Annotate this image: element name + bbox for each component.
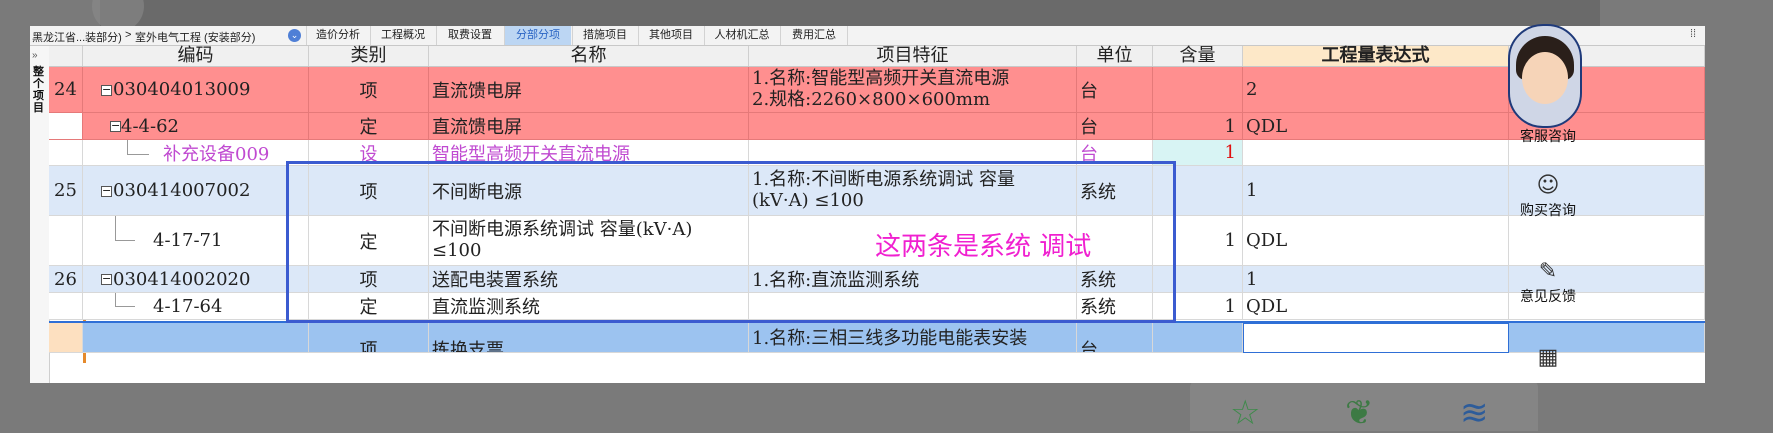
customer-service-label: 客服咨询	[1520, 129, 1576, 145]
tab-cost-analysis[interactable]: 造价分析	[306, 26, 369, 45]
breadcrumb-province[interactable]: 黑龙江省...装部分)	[32, 29, 122, 45]
row-number: 25	[49, 166, 83, 216]
row-code[interactable]	[83, 323, 309, 353]
side-item-feedback[interactable]: ✎ 意见反馈	[1513, 258, 1583, 306]
leaf-icon: ❦	[1345, 393, 1374, 433]
header-index	[49, 46, 83, 66]
background-card-star: ☆	[1190, 381, 1308, 433]
row-unit[interactable]: 台	[1077, 323, 1153, 353]
row-expression[interactable]	[1243, 140, 1509, 166]
row-feature[interactable]	[749, 113, 1077, 140]
row-type[interactable]: 定	[309, 113, 429, 140]
nav-bar: 黑龙江省...装部分) > 室外电气工程 (安装部分) ⌄ 造价分析 工程概况 …	[30, 26, 1705, 46]
avatar-face	[1522, 52, 1568, 104]
row-expression[interactable]: 1	[1243, 266, 1509, 293]
header-name[interactable]: 名称	[429, 46, 749, 66]
row-name[interactable]: 直流馈电屏	[429, 113, 749, 140]
tab-fee-summary[interactable]: 费用汇总	[780, 26, 848, 45]
row-qty[interactable]: 1	[1153, 113, 1243, 140]
avatar[interactable]	[1508, 24, 1582, 128]
row-number	[49, 293, 83, 320]
header-qty[interactable]: 含量	[1153, 46, 1243, 66]
side-item-qr[interactable]: ▦	[1513, 344, 1583, 372]
row-expression[interactable]: QDL	[1243, 113, 1509, 140]
database-icon: ≋	[1460, 393, 1489, 433]
tab-fee-settings[interactable]: 取费设置	[436, 26, 503, 45]
row-qty[interactable]	[1153, 67, 1243, 113]
tab-overview[interactable]: 工程概况	[370, 26, 435, 45]
tab-other-items[interactable]: 其他项目	[638, 26, 703, 45]
row-expression[interactable]: 2	[1243, 67, 1509, 113]
row-number	[49, 216, 83, 266]
row-expression[interactable]: 1	[1243, 166, 1509, 216]
table-row[interactable]: 4-4-62 − 定 直流馈电屏 台 1 QDL	[49, 113, 1705, 140]
row-number	[49, 113, 83, 140]
row-number: 24	[49, 67, 83, 113]
header-unit[interactable]: 单位	[1077, 46, 1153, 66]
edit-icon: ✎	[1538, 259, 1558, 284]
breadcrumb-project[interactable]: 室外电气工程 (安装部分)	[135, 29, 255, 45]
side-item-purchase[interactable]: ☺ 购买咨询	[1513, 172, 1583, 220]
row-unit[interactable]: 台	[1077, 113, 1153, 140]
collapse-toggle-icon[interactable]: −	[101, 273, 112, 285]
tab-labor-material-summary[interactable]: 人材机汇总	[704, 26, 779, 45]
header-type[interactable]: 类别	[309, 46, 429, 66]
project-tree-strip: » 整个项目	[30, 46, 50, 383]
background-title-bar	[100, 0, 1600, 26]
background-card-db: ≋	[1420, 381, 1538, 433]
collapse-toggle-icon[interactable]: −	[101, 185, 112, 197]
collapse-toggle-icon[interactable]: −	[101, 84, 112, 96]
row-code[interactable]: 030414007002	[83, 166, 309, 216]
chat-icon: ☺	[1536, 173, 1560, 198]
feature-line-1: 1.名称:智能型高频开关直流电源	[752, 68, 1010, 89]
feedback-label: 意见反馈	[1520, 289, 1576, 305]
window-controls[interactable]: ⁞⁞	[1690, 28, 1696, 40]
feature-line-2: 2.规格:2260×800×600mm	[752, 89, 991, 110]
row-unit[interactable]: 台	[1077, 67, 1153, 113]
whole-project-label[interactable]: 整个项目	[33, 66, 46, 114]
purchase-label: 购买咨询	[1520, 203, 1576, 219]
qr-code-icon: ▦	[1537, 345, 1559, 370]
row-qty[interactable]	[1153, 323, 1243, 353]
row-name[interactable]: 直流馈电屏	[429, 67, 749, 113]
chevron-circle-icon[interactable]: ⌄	[288, 29, 301, 42]
header-feature[interactable]: 项目特征	[749, 46, 1077, 66]
row-code[interactable]: 030414002020	[83, 266, 309, 293]
header-expression[interactable]: 工程量表达式	[1243, 46, 1509, 66]
row-code[interactable]: 030404013009	[83, 67, 309, 113]
expression-editor[interactable]	[1243, 323, 1509, 353]
collapse-toggle-icon[interactable]: −	[110, 120, 121, 132]
row-expression[interactable]: QDL	[1243, 293, 1509, 320]
background-card-leaf: ❦	[1305, 381, 1423, 433]
table-row-selected[interactable]: 项 拣换支票 1.名称:三相三线多功能电能表安装 台	[49, 321, 1705, 353]
row-type[interactable]: 项	[309, 323, 429, 353]
header-code[interactable]: 编码	[83, 46, 309, 66]
row-feature[interactable]: 1.名称:三相三线多功能电能表安装	[749, 323, 1077, 353]
tab-sub-items[interactable]: 分部分项	[504, 26, 571, 45]
row-code[interactable]: 补充设备009	[83, 140, 309, 166]
row-number	[49, 323, 83, 353]
row-code[interactable]: 4-17-64	[83, 293, 309, 320]
star-icon: ☆	[1230, 393, 1261, 433]
row-number	[49, 140, 83, 166]
row-type[interactable]: 项	[309, 67, 429, 113]
tab-measures[interactable]: 措施项目	[572, 26, 637, 45]
grid-header: 编码 类别 名称 项目特征 单位 含量 工程量表达式	[49, 46, 1705, 67]
row-code[interactable]: 4-17-71	[83, 216, 309, 266]
row-feature[interactable]: 1.名称:智能型高频开关直流电源 2.规格:2260×800×600mm	[749, 67, 1077, 113]
expand-panel-icon[interactable]: »	[32, 50, 38, 61]
annotation-text: 这两条是系统 调试	[875, 232, 1092, 262]
row-number: 26	[49, 266, 83, 293]
row-name[interactable]: 拣换支票	[429, 323, 749, 353]
table-row[interactable]: 24 030404013009 − 项 直流馈电屏 1.名称:智能型高频开关直流…	[49, 67, 1705, 113]
row-expression[interactable]: QDL	[1243, 216, 1509, 266]
breadcrumb-separator: >	[125, 29, 132, 41]
side-item-customer-service[interactable]: 客服咨询	[1513, 126, 1583, 146]
